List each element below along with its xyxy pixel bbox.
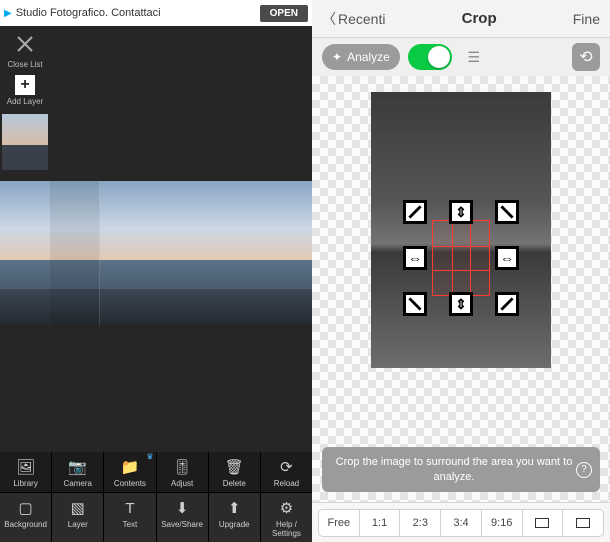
close-list-button[interactable]: Close List: [2, 30, 48, 69]
tool-library[interactable]: 🖼 Library: [0, 452, 52, 492]
crop-stage[interactable]: Crop the image to surround the area you …: [312, 76, 610, 502]
hint-message: Crop the image to surround the area you …: [322, 447, 600, 492]
tool-label: Background: [0, 520, 51, 529]
tool-help-settings[interactable]: ⚙ Help / Settings: [261, 493, 312, 542]
tool-text[interactable]: T Text: [104, 493, 156, 542]
toolbar-row-2: ▢ Background ▧ Layer T Text ⬇ Save/Share…: [0, 493, 312, 542]
tool-label: Contents: [104, 479, 155, 488]
nav-back-button[interactable]: 〈 Recenti: [322, 9, 385, 29]
ratio-1-1[interactable]: 1:1: [360, 510, 401, 536]
download-icon: ⬇: [157, 498, 208, 518]
ratio-free[interactable]: Free: [319, 510, 360, 536]
tool-adjust[interactable]: 🎚 Adjust: [157, 452, 209, 492]
add-layer-label: Add Layer: [2, 97, 48, 106]
layers-icon: ▧: [52, 498, 103, 518]
nav-title: Crop: [462, 10, 497, 27]
trash-icon: 🗑: [209, 457, 260, 477]
image-icon: 🖼: [0, 457, 51, 477]
orientation-landscape[interactable]: [523, 510, 564, 536]
crop-handle-top-left[interactable]: [403, 200, 427, 224]
close-list-label: Close List: [2, 60, 48, 69]
nav-done-button[interactable]: Fine: [573, 11, 600, 27]
toolbar-row-1: 🖼 Library 📷 Camera ♛ 📁 Contents 🎚 Adjust…: [0, 452, 312, 493]
crop-handle-top[interactable]: [449, 200, 473, 224]
analyze-button[interactable]: ✦ Analyze: [322, 44, 400, 70]
orientation-portrait[interactable]: [563, 510, 603, 536]
tool-contents[interactable]: ♛ 📁 Contents: [104, 452, 156, 492]
crop-handle-top-right[interactable]: [495, 200, 519, 224]
tool-label: Save/Share: [157, 520, 208, 529]
crop-handle-right[interactable]: [495, 246, 519, 270]
editor-app: ▶ Studio Fotografico. Contattaci OPEN ✕ …: [0, 0, 312, 542]
left-edge-overlay: [50, 181, 100, 325]
tool-label: Text: [104, 520, 155, 529]
portrait-icon: [576, 518, 590, 528]
ad-text: Studio Fotografico. Contattaci: [16, 7, 260, 19]
ratio-2-3[interactable]: 2:3: [400, 510, 441, 536]
layer-thumbnail[interactable]: [2, 114, 48, 170]
hint-text: Crop the image to surround the area you …: [336, 456, 573, 482]
canvas-area[interactable]: [50, 26, 312, 452]
left-sidebar: Close List + Add Layer: [0, 26, 50, 170]
analyze-toggle[interactable]: [408, 44, 452, 70]
crown-badge-icon: ♛: [146, 452, 153, 461]
tool-label: Library: [0, 479, 51, 488]
adjust-sliders-icon[interactable]: ☰: [460, 43, 488, 71]
up-circle-icon: ⬆: [209, 498, 260, 518]
tool-label: Upgrade: [209, 520, 260, 529]
tool-camera[interactable]: 📷 Camera: [52, 452, 104, 492]
tool-label: Reload: [261, 479, 312, 488]
close-icon: [11, 30, 39, 58]
tool-label: Help / Settings: [261, 520, 312, 538]
crop-handle-bottom[interactable]: [449, 292, 473, 316]
crop-image[interactable]: [371, 92, 551, 368]
crop-frame[interactable]: [403, 200, 519, 316]
aspect-ratio-bar: Free 1:1 2:3 3:4 9:16: [312, 502, 610, 542]
tool-label: Camera: [52, 479, 103, 488]
crop-app: 〈 Recenti Crop Fine ✦ Analyze ☰ ⟲: [312, 0, 610, 542]
nav-back-label: Recenti: [338, 11, 385, 27]
ad-open-button[interactable]: OPEN: [260, 5, 308, 22]
chevron-left-icon: 〈: [322, 9, 336, 29]
analyze-label: Analyze: [347, 50, 390, 64]
crop-selection[interactable]: [432, 220, 490, 296]
ratio-3-4[interactable]: 3:4: [441, 510, 482, 536]
canvas-image[interactable]: [0, 181, 312, 325]
editor-body: Close List + Add Layer: [0, 26, 312, 452]
tool-label: Layer: [52, 520, 103, 529]
ad-play-icon: ▶: [4, 8, 12, 19]
gear-icon: ⚙: [261, 498, 312, 518]
add-layer-button[interactable]: + Add Layer: [2, 71, 48, 106]
tool-layer[interactable]: ▧ Layer: [52, 493, 104, 542]
nav-bar: 〈 Recenti Crop Fine: [312, 0, 610, 38]
crop-handle-bottom-left[interactable]: [403, 292, 427, 316]
help-icon[interactable]: ?: [576, 462, 592, 478]
crop-handle-bottom-right[interactable]: [495, 292, 519, 316]
text-icon: T: [104, 498, 155, 518]
analyze-bar: ✦ Analyze ☰ ⟲: [312, 38, 610, 76]
ratio-9-16[interactable]: 9:16: [482, 510, 523, 536]
sync-button[interactable]: ⟲: [572, 43, 600, 71]
bottom-toolbar: 🖼 Library 📷 Camera ♛ 📁 Contents 🎚 Adjust…: [0, 452, 312, 542]
tool-save-share[interactable]: ⬇ Save/Share: [157, 493, 209, 542]
aspect-ratio-segmented: Free 1:1 2:3 3:4 9:16: [318, 509, 604, 537]
camera-icon: 📷: [52, 457, 103, 477]
sliders-icon: 🎚: [157, 457, 208, 477]
square-icon: ▢: [0, 498, 51, 518]
tool-delete[interactable]: 🗑 Delete: [209, 452, 261, 492]
crop-handle-left[interactable]: [403, 246, 427, 270]
tool-reload[interactable]: ⟳ Reload: [261, 452, 312, 492]
ad-banner[interactable]: ▶ Studio Fotografico. Contattaci OPEN: [0, 0, 312, 26]
tool-label: Adjust: [157, 479, 208, 488]
landscape-icon: [535, 518, 549, 528]
reload-icon: ⟳: [261, 457, 312, 477]
plus-icon: +: [15, 75, 35, 95]
tool-upgrade[interactable]: ⬆ Upgrade: [209, 493, 261, 542]
sparkle-icon: ✦: [332, 50, 342, 64]
tool-background[interactable]: ▢ Background: [0, 493, 52, 542]
tool-label: Delete: [209, 479, 260, 488]
